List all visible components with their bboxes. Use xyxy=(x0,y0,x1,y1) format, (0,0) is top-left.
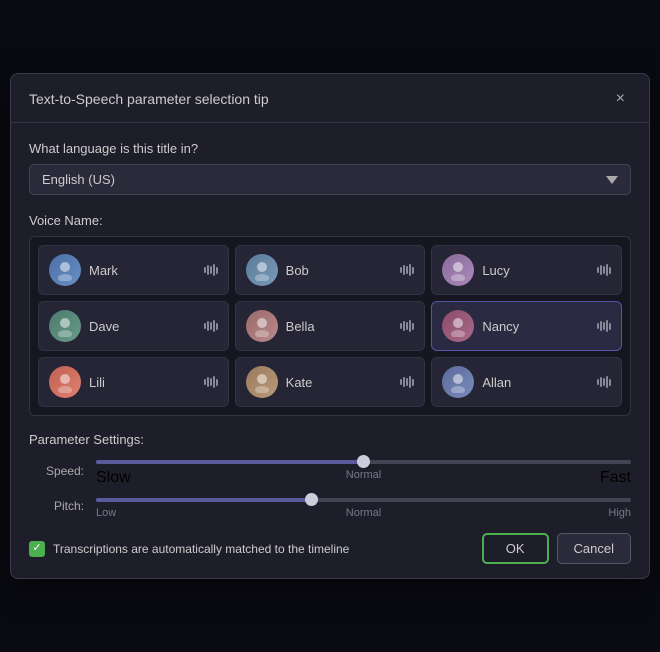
voice-grid-container: Mark Bob xyxy=(29,236,631,416)
speed-labels: Slow Normal Fast xyxy=(96,469,631,487)
voice-item-bob[interactable]: Bob xyxy=(235,245,426,295)
avatar-allan xyxy=(442,366,474,398)
speed-max-label: Fast xyxy=(600,469,631,487)
dialog-header: Text-to-Speech parameter selection tip × xyxy=(11,74,649,123)
checkbox-row: ✓ Transcriptions are automatically match… xyxy=(29,541,349,557)
voice-item-lucy[interactable]: Lucy xyxy=(431,245,622,295)
voice-name-section: Voice Name: Mark xyxy=(29,213,631,416)
avatar-dave xyxy=(49,310,81,342)
voice-name-label: Voice Name: xyxy=(29,213,631,228)
wave-icon-mark xyxy=(204,264,218,276)
voice-item-allan[interactable]: Allan xyxy=(431,357,622,407)
auto-match-checkbox[interactable]: ✓ xyxy=(29,541,45,557)
speed-mid-label: Normal xyxy=(346,469,381,481)
modal-overlay: Text-to-Speech parameter selection tip ×… xyxy=(0,0,660,652)
speed-slider-container: Slow Normal Fast xyxy=(96,455,631,487)
params-section: Parameter Settings: Speed: Slow Normal xyxy=(29,432,631,519)
wave-icon-kate xyxy=(400,376,414,388)
avatar-lucy xyxy=(442,254,474,286)
wave-icon-lili xyxy=(204,376,218,388)
voice-item-nancy[interactable]: Nancy xyxy=(431,301,622,351)
language-question: What language is this title in? xyxy=(29,141,631,156)
speed-slider[interactable] xyxy=(96,455,631,459)
voice-name-mark: Mark xyxy=(89,263,196,278)
pitch-mid-label: Normal xyxy=(346,507,381,519)
pitch-label: Pitch: xyxy=(29,499,84,513)
voice-name-kate: Kate xyxy=(286,375,393,390)
voice-name-bella: Bella xyxy=(286,319,393,334)
dialog: Text-to-Speech parameter selection tip ×… xyxy=(10,73,650,579)
avatar-kate xyxy=(246,366,278,398)
close-button[interactable]: × xyxy=(610,88,631,110)
cancel-button[interactable]: Cancel xyxy=(557,533,631,564)
language-select[interactable]: English (US) English (UK) Spanish French… xyxy=(29,164,631,195)
wave-icon-dave xyxy=(204,320,218,332)
wave-icon-nancy xyxy=(597,320,611,332)
avatar-lili xyxy=(49,366,81,398)
button-row: OK Cancel xyxy=(482,533,631,564)
avatar-bob xyxy=(246,254,278,286)
avatar-mark xyxy=(49,254,81,286)
voice-name-dave: Dave xyxy=(89,319,196,334)
speed-row: Speed: Slow Normal Fast xyxy=(29,455,631,487)
avatar-nancy xyxy=(442,310,474,342)
dialog-body: What language is this title in? English … xyxy=(11,123,649,578)
voice-name-lili: Lili xyxy=(89,375,196,390)
wave-icon-lucy xyxy=(597,264,611,276)
pitch-row: Pitch: Low Normal High xyxy=(29,493,631,519)
voice-item-lili[interactable]: Lili xyxy=(38,357,229,407)
speed-label: Speed: xyxy=(29,464,84,478)
speed-min-label: Slow xyxy=(96,469,131,487)
voice-grid: Mark Bob xyxy=(38,245,622,407)
pitch-labels: Low Normal High xyxy=(96,507,631,519)
dialog-title: Text-to-Speech parameter selection tip xyxy=(29,91,269,107)
wave-icon-bella xyxy=(400,320,414,332)
params-label: Parameter Settings: xyxy=(29,432,631,447)
voice-name-bob: Bob xyxy=(286,263,393,278)
voice-name-nancy: Nancy xyxy=(482,319,589,334)
voice-name-allan: Allan xyxy=(482,375,589,390)
wave-icon-allan xyxy=(597,376,611,388)
voice-item-kate[interactable]: Kate xyxy=(235,357,426,407)
avatar-bella xyxy=(246,310,278,342)
voice-item-bella[interactable]: Bella xyxy=(235,301,426,351)
pitch-max-label: High xyxy=(608,507,631,519)
pitch-slider-container: Low Normal High xyxy=(96,493,631,519)
pitch-min-label: Low xyxy=(96,507,116,519)
checkmark-icon: ✓ xyxy=(32,543,41,554)
voice-name-lucy: Lucy xyxy=(482,263,589,278)
voice-item-dave[interactable]: Dave xyxy=(38,301,229,351)
wave-icon-bob xyxy=(400,264,414,276)
voice-item-mark[interactable]: Mark xyxy=(38,245,229,295)
ok-button[interactable]: OK xyxy=(482,533,549,564)
footer-row: ✓ Transcriptions are automatically match… xyxy=(29,533,631,564)
pitch-slider[interactable] xyxy=(96,493,631,497)
checkbox-label: Transcriptions are automatically matched… xyxy=(53,542,349,556)
